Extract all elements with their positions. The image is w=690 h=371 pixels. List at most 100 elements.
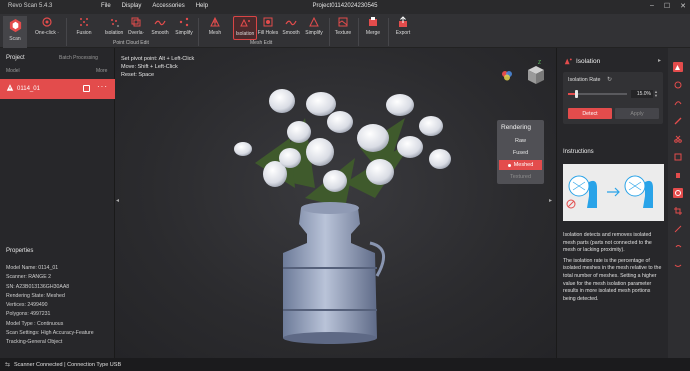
merge-button[interactable]: Merge [364,16,382,40]
properties-title: Properties [6,248,34,254]
refresh-icon[interactable]: ↻ [607,76,612,83]
pc-isolation-icon [111,19,119,27]
property-row: Scanner: RANGE 2 [6,274,51,281]
fill-holes-button[interactable]: Fill Holes [258,16,278,40]
fusion-button[interactable]: Fusion [76,16,92,40]
window-controls: – ☐ ✕ [650,2,686,10]
isolation-icon [564,58,572,65]
mesh-group-label: Mesh Edit [250,40,273,46]
delete-tool-icon[interactable] [673,170,683,180]
mesh-simplify-icon [309,16,319,27]
pc-isolation-button[interactable]: Isolation [104,16,124,40]
close-icon[interactable]: ✕ [680,2,686,10]
rendering-panel: Rendering Raw Fused Meshed Textured [497,120,544,184]
model-name: 0114_01 [17,86,40,92]
pc-smooth-button[interactable]: Smooth [151,16,169,40]
select-tool-icon[interactable] [673,80,683,90]
crop-tool-icon[interactable] [673,206,683,216]
invert-tool-icon[interactable] [673,152,683,162]
model-more-button[interactable]: ··· [97,82,108,91]
rendering-option-textured[interactable]: Textured [499,172,542,182]
brush-tool-icon[interactable] [673,116,683,126]
toolbar-separator [358,18,359,46]
property-row: Model Type : Continuous [6,320,64,327]
one-click-icon [42,17,52,27]
toolbar: Scan One-click · Fusion Isolation Overla… [0,14,690,48]
instructions-illustration [563,164,664,221]
toolbar-separator [329,18,330,46]
pc-simplify-button[interactable]: Simplify [174,16,194,40]
maximize-icon[interactable]: ☐ [664,2,670,10]
property-row: SN: A23B013136GH30AA8 [6,283,70,290]
isolation-rate-stepper[interactable]: ▲ ▼ [654,90,658,98]
export-button[interactable]: Export [394,16,412,40]
hint-pivot: Set pivot point: Alt + Left-Click [121,56,195,62]
instructions-title: Instructions [563,149,594,155]
plane-tool-icon[interactable] [673,188,683,198]
property-row: Vertices: 2499490 [6,302,48,309]
merge-label: Merge [365,30,381,36]
mesh-simplify-button[interactable]: Simplify [304,16,324,40]
batch-processing-button[interactable]: Batch Processing [59,55,98,61]
axis-gizmo[interactable]: Z [528,60,544,84]
mesh-button[interactable]: Mesh [207,16,223,40]
redo-tool-icon[interactable] [673,260,683,270]
pc-isolation-label: Isolation [104,30,124,36]
fill-holes-label: Fill Holes [257,30,279,36]
pc-smooth-label: Smooth [151,30,169,36]
slider-thumb[interactable] [575,90,579,98]
right-tool-strip [668,48,690,358]
scan-hex-icon [9,18,21,33]
status-text: Scanner Connected | Connection Type USB [14,362,122,368]
mesh-smooth-button[interactable]: Smooth [282,16,300,40]
more-column-header: More [96,68,108,74]
hint-move: Move: Shift + Left-Click [121,64,178,70]
project-panel: Project Batch Processing Model More 0114… [0,48,115,358]
model-row[interactable]: 0114_01 ··· [0,79,115,99]
pc-simplify-label: Simplify [175,30,193,36]
measure-tool-icon[interactable] [673,224,683,234]
mesh-icon [210,16,220,27]
isolation-panel: Isolation ▸ Isolation Rate ↻ 15.0% ▲ ▼ De… [556,48,668,358]
property-row: Polygons: 4997231 [6,311,51,318]
mesh-smooth-label: Smooth [282,30,300,36]
isolation-rate-label: Isolation Rate [568,77,601,83]
warning-icon [6,84,14,91]
panel-collapse-icon[interactable]: ▸ [658,57,661,64]
isolation-tool-icon[interactable] [673,62,683,72]
scan-label: Scan [9,36,21,42]
title-bar: Revo Scan 5.4.3 File Display Accessories… [0,0,690,14]
mesh-isolation-button[interactable]: Isolation [233,16,257,40]
rendering-option-meshed[interactable]: Meshed [499,160,542,170]
collapse-right-icon[interactable]: ▸ [549,197,552,204]
undo-tool-icon[interactable] [673,242,683,252]
connection-icon: ⇆ [5,362,11,368]
isolation-rate-slider[interactable] [568,90,627,98]
isolation-title: Isolation [576,57,601,65]
apply-button[interactable]: Apply [615,108,659,119]
lasso-tool-icon[interactable] [673,98,683,108]
texture-button[interactable]: Texture [333,16,353,40]
rendering-option-raw[interactable]: Raw [499,136,542,146]
fusion-label: Fusion [76,30,92,36]
minimize-icon[interactable]: – [650,2,654,10]
property-row: Model Name: 0114_01 [6,265,59,271]
3d-viewport[interactable]: Z [115,48,556,358]
scan-button[interactable]: Scan [3,16,27,48]
cut-tool-icon[interactable] [673,134,683,144]
model-view-icon[interactable] [83,85,90,92]
color-wheel-icon[interactable] [502,71,512,81]
rendering-title: Rendering [501,124,531,131]
pc-smooth-icon [154,20,166,26]
texture-icon [338,17,348,27]
rendering-option-fused[interactable]: Fused [499,148,542,158]
one-click-button[interactable]: One-click · [34,16,60,40]
isolation-settings: Isolation Rate ↻ 15.0% ▲ ▼ Detect Apply [563,72,663,124]
fill-holes-icon [263,17,273,27]
detect-button[interactable]: Detect [568,108,612,119]
overlap-button[interactable]: Overla· [127,16,145,40]
export-label: Export [395,30,411,36]
mesh-isolation-icon [240,18,250,27]
isolation-rate-input[interactable]: 15.0% [631,90,653,98]
collapse-left-icon[interactable]: ◂ [116,197,119,204]
